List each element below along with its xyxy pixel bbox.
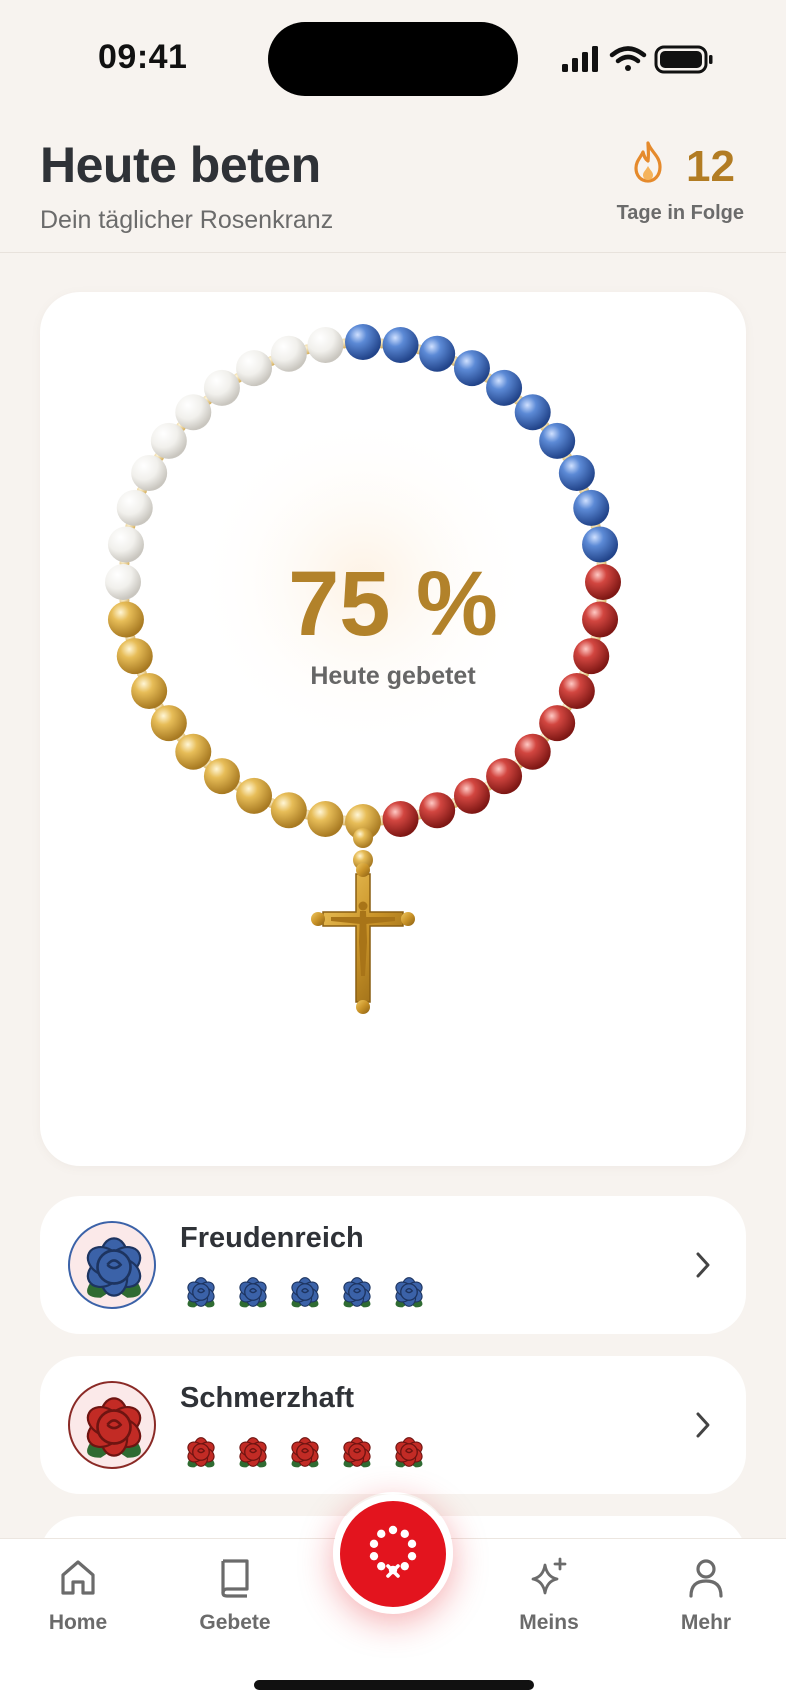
page-header: Heute beten Dein täglicher Rosenkranz 12… (0, 120, 786, 253)
rose-icon (187, 1437, 215, 1468)
rosary-icon-dot (369, 1551, 379, 1561)
rosary-icon-dot (388, 1525, 398, 1535)
tab-home[interactable]: Home (18, 1555, 138, 1635)
rosary-bead (175, 733, 212, 770)
rosary-bead (150, 422, 187, 459)
rosary-icon-dot (400, 1529, 409, 1539)
rose-icon (343, 1437, 371, 1468)
rosary-bead (539, 422, 576, 459)
rosary-bead (236, 350, 273, 387)
rosary-icon-dot (369, 1539, 379, 1549)
rosary-bead (270, 792, 307, 829)
rosary-bead (419, 792, 456, 829)
rose-icon (239, 1437, 267, 1468)
rosary-bead (270, 335, 307, 372)
mystery-card-schmerzhaft[interactable]: Schmerzhaft (40, 1356, 746, 1494)
rosary-bead (203, 369, 240, 406)
rosary-icon-dot (407, 1539, 417, 1549)
sparkle-icon (531, 1557, 567, 1595)
rosary-bead (382, 326, 419, 363)
rosary-bead (307, 326, 344, 363)
rosary-icon-dot (407, 1551, 417, 1561)
rosary-bead (514, 733, 551, 770)
rosary-bead (453, 350, 490, 387)
rose-icon (395, 1277, 423, 1308)
rosary-bead (150, 705, 187, 742)
red-rose-icon (68, 1381, 156, 1469)
rosary-bead (116, 489, 153, 526)
streak-label: Tage in Folge (616, 202, 744, 224)
battery-icon (654, 45, 713, 74)
rosary-icon-dot (400, 1561, 409, 1571)
rose-icon (86, 1237, 142, 1298)
mystery-roses-row (187, 1277, 423, 1308)
rosary-bead (558, 455, 595, 492)
tab-label: Meins (519, 1611, 579, 1634)
blue-rose-icon (68, 1221, 156, 1309)
rose-icon (86, 1397, 142, 1458)
status-icons (562, 45, 713, 74)
home-icon (61, 1560, 95, 1595)
chevron-right-icon (696, 1412, 710, 1438)
rose-icon (239, 1277, 267, 1308)
tab-meins[interactable]: Meins (489, 1555, 609, 1635)
rosary-bead (236, 777, 273, 814)
mystery-title: Schmerzhaft (180, 1382, 355, 1414)
tab-gebete[interactable]: Gebete (175, 1555, 295, 1635)
rosary-bead (419, 335, 456, 372)
rose-icon (343, 1277, 371, 1308)
rosary-bead (175, 394, 212, 431)
crucifix-icon (311, 863, 415, 1014)
dynamic-island (268, 22, 518, 96)
flame-icon (634, 141, 662, 183)
mystery-card-freudenreich[interactable]: Freudenreich (40, 1196, 746, 1334)
rosary-icon-dot (377, 1561, 386, 1571)
wifi-icon (609, 46, 647, 71)
rosary-bead (382, 801, 419, 838)
page-subtitle: Dein täglicher Rosenkranz (40, 206, 334, 234)
mystery-title: Freudenreich (180, 1222, 364, 1254)
book-icon (221, 1559, 249, 1598)
tab-label: Home (48, 1611, 108, 1634)
page-title: Heute beten (40, 137, 321, 193)
rosary-bead (539, 705, 576, 742)
rosary-graphic (105, 324, 621, 1014)
status-time: 09:41 (98, 38, 188, 76)
tab-label: Gebete (199, 1611, 271, 1634)
rose-icon (291, 1437, 319, 1468)
pray-rosary-button[interactable] (333, 1494, 453, 1614)
mystery-roses-row (187, 1437, 423, 1468)
rose-icon (187, 1277, 215, 1308)
rosary-bead (307, 801, 344, 838)
tab-mehr[interactable]: Mehr (646, 1555, 766, 1635)
rosary-bead (514, 394, 551, 431)
person-icon (689, 1559, 723, 1598)
rosary-bead (203, 758, 240, 795)
rosary-bead (131, 455, 168, 492)
rosary-bead (486, 369, 523, 406)
rose-icon (291, 1277, 319, 1308)
rosary-bead (573, 489, 610, 526)
tab-label: Mehr (680, 1611, 732, 1634)
rose-icon (395, 1437, 423, 1468)
rosary-progress-card[interactable]: 75 % Heute gebetet (40, 292, 746, 1166)
rosary-icon-dot (377, 1529, 386, 1539)
rosary-bead (486, 758, 523, 795)
progress-label: Heute gebetet (310, 662, 476, 690)
home-indicator (254, 1680, 534, 1690)
chevron-right-icon (696, 1252, 710, 1278)
cellular-signal-icon (562, 46, 598, 72)
rosary-bead (453, 777, 490, 814)
rosary-bead (345, 324, 381, 360)
progress-percentage: 75 % (288, 553, 498, 655)
streak-count: 12 (686, 142, 735, 191)
rosary-icon (369, 1525, 417, 1578)
status-bar: 09:41 (0, 0, 786, 120)
